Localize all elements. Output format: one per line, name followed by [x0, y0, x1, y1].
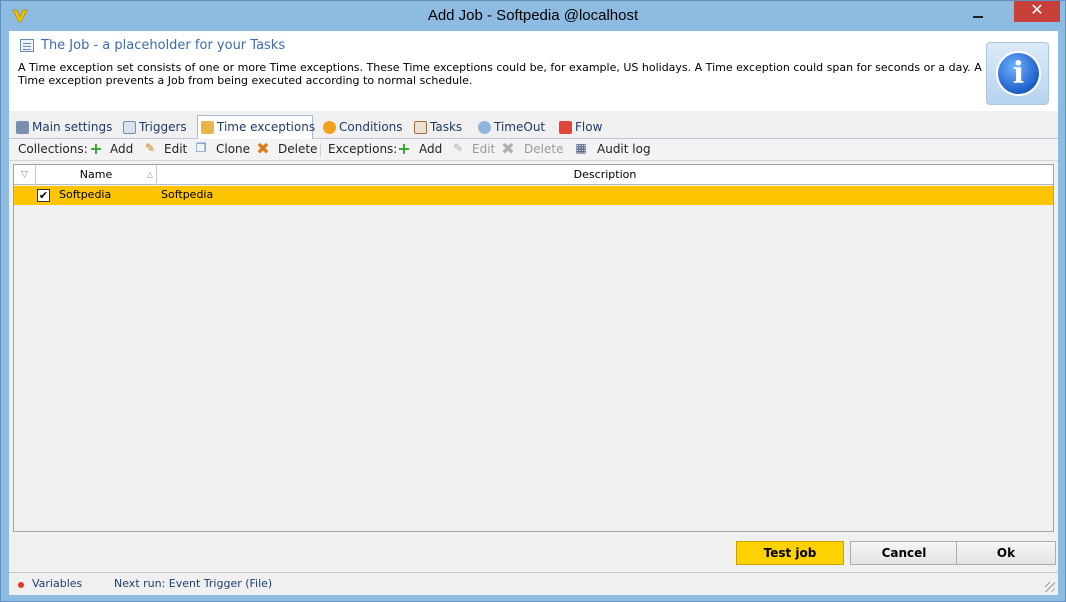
- row-checkbox[interactable]: ✔: [37, 189, 50, 202]
- flow-icon: [559, 121, 572, 134]
- cell-description: Softpedia: [161, 188, 214, 201]
- collections-add-button[interactable]: Add: [110, 142, 133, 156]
- tab-timeout[interactable]: TimeOut: [475, 117, 545, 139]
- toolbar: Collections: + Add ✎ Edit ❐ Clone ✖ Dele…: [9, 139, 1058, 161]
- tab-flow[interactable]: Flow: [556, 117, 602, 139]
- column-header-description[interactable]: Description: [157, 165, 1053, 185]
- checklist-icon: [414, 121, 427, 134]
- question-icon: [323, 121, 336, 134]
- cancel-button[interactable]: Cancel: [850, 541, 958, 565]
- exceptions-edit-button[interactable]: Edit: [472, 142, 495, 156]
- tab-label: Flow: [575, 120, 603, 134]
- delete-icon[interactable]: ✖: [256, 141, 270, 157]
- collections-label: Collections:: [18, 142, 88, 156]
- info-badge: i: [986, 42, 1049, 105]
- exceptions-delete-button[interactable]: Delete: [524, 142, 563, 156]
- cell-name: Softpedia: [59, 188, 112, 201]
- gears-icon: [16, 121, 29, 134]
- info-icon: i: [996, 51, 1041, 96]
- pencil-icon: ✎: [452, 141, 464, 155]
- toolbar-separator: [320, 143, 321, 157]
- audit-log-icon[interactable]: ▦: [574, 142, 588, 156]
- clone-icon[interactable]: ❐: [194, 142, 208, 156]
- tab-label: Time exceptions: [217, 120, 316, 134]
- tab-time-exceptions[interactable]: Time exceptions: [197, 115, 316, 140]
- clock-icon: [478, 121, 491, 134]
- add-icon[interactable]: +: [397, 141, 411, 157]
- tab-tasks[interactable]: Tasks: [411, 117, 462, 139]
- tab-conditions[interactable]: Conditions: [320, 117, 403, 139]
- tab-main-settings[interactable]: Main settings: [13, 117, 112, 139]
- exceptions-grid: ▽ Name △ Description ✔ Softpedia Softped…: [13, 164, 1054, 532]
- exceptions-label: Exceptions:: [328, 142, 398, 156]
- variables-status-icon: [18, 582, 24, 588]
- document-icon: [20, 39, 34, 52]
- add-job-window: Add Job - Softpedia @localhost ✕ The Job…: [0, 0, 1066, 602]
- grid-header: ▽ Name △ Description: [14, 165, 1053, 185]
- status-bar: Variables Next run: Event Trigger (File): [9, 572, 1058, 595]
- close-button[interactable]: ✕: [1014, 1, 1060, 22]
- tab-label: Triggers: [139, 120, 187, 134]
- hand-icon: [201, 121, 214, 134]
- window-title: Add Job - Softpedia @localhost: [427, 7, 639, 24]
- test-job-button[interactable]: Test job: [736, 541, 844, 565]
- column-label: Name: [79, 168, 113, 181]
- title-bar[interactable]: Add Job - Softpedia @localhost ✕: [1, 1, 1065, 31]
- tab-label: TimeOut: [494, 120, 546, 134]
- filter-icon[interactable]: ▽: [14, 165, 36, 185]
- ok-button[interactable]: Ok: [956, 541, 1056, 565]
- delete-icon: ✖: [501, 139, 515, 158]
- dialog-body: The Job - a placeholder for your Tasks A…: [9, 31, 1058, 595]
- collections-edit-button[interactable]: Edit: [164, 142, 187, 156]
- collections-delete-button[interactable]: Delete: [278, 142, 317, 156]
- sort-arrow-icon: △: [146, 170, 153, 179]
- audit-log-button[interactable]: Audit log: [597, 142, 651, 156]
- calendar-icon: [123, 121, 136, 134]
- header-description: A Time exception set consists of one or …: [18, 61, 982, 87]
- tab-strip: Main settings Triggers Time exceptions C…: [9, 115, 1058, 140]
- pencil-icon[interactable]: ✎: [143, 142, 157, 156]
- tab-label: Tasks: [430, 120, 463, 134]
- next-run-text: Next run: Event Trigger (File): [114, 577, 273, 590]
- add-icon[interactable]: +: [89, 141, 103, 157]
- table-row[interactable]: ✔ Softpedia Softpedia: [14, 186, 1053, 205]
- exceptions-add-button[interactable]: Add: [419, 142, 442, 156]
- variables-link[interactable]: Variables: [32, 577, 82, 590]
- header-title: The Job - a placeholder for your Tasks: [41, 38, 286, 53]
- resize-grip-icon[interactable]: [1045, 582, 1055, 592]
- column-header-name[interactable]: Name △: [36, 165, 157, 185]
- info-header: The Job - a placeholder for your Tasks A…: [9, 31, 1058, 111]
- minimize-button[interactable]: [965, 4, 991, 24]
- tab-triggers[interactable]: Triggers: [120, 117, 187, 139]
- collections-clone-button[interactable]: Clone: [216, 142, 250, 156]
- tab-label: Main settings: [32, 120, 113, 134]
- tab-label: Conditions: [339, 120, 403, 134]
